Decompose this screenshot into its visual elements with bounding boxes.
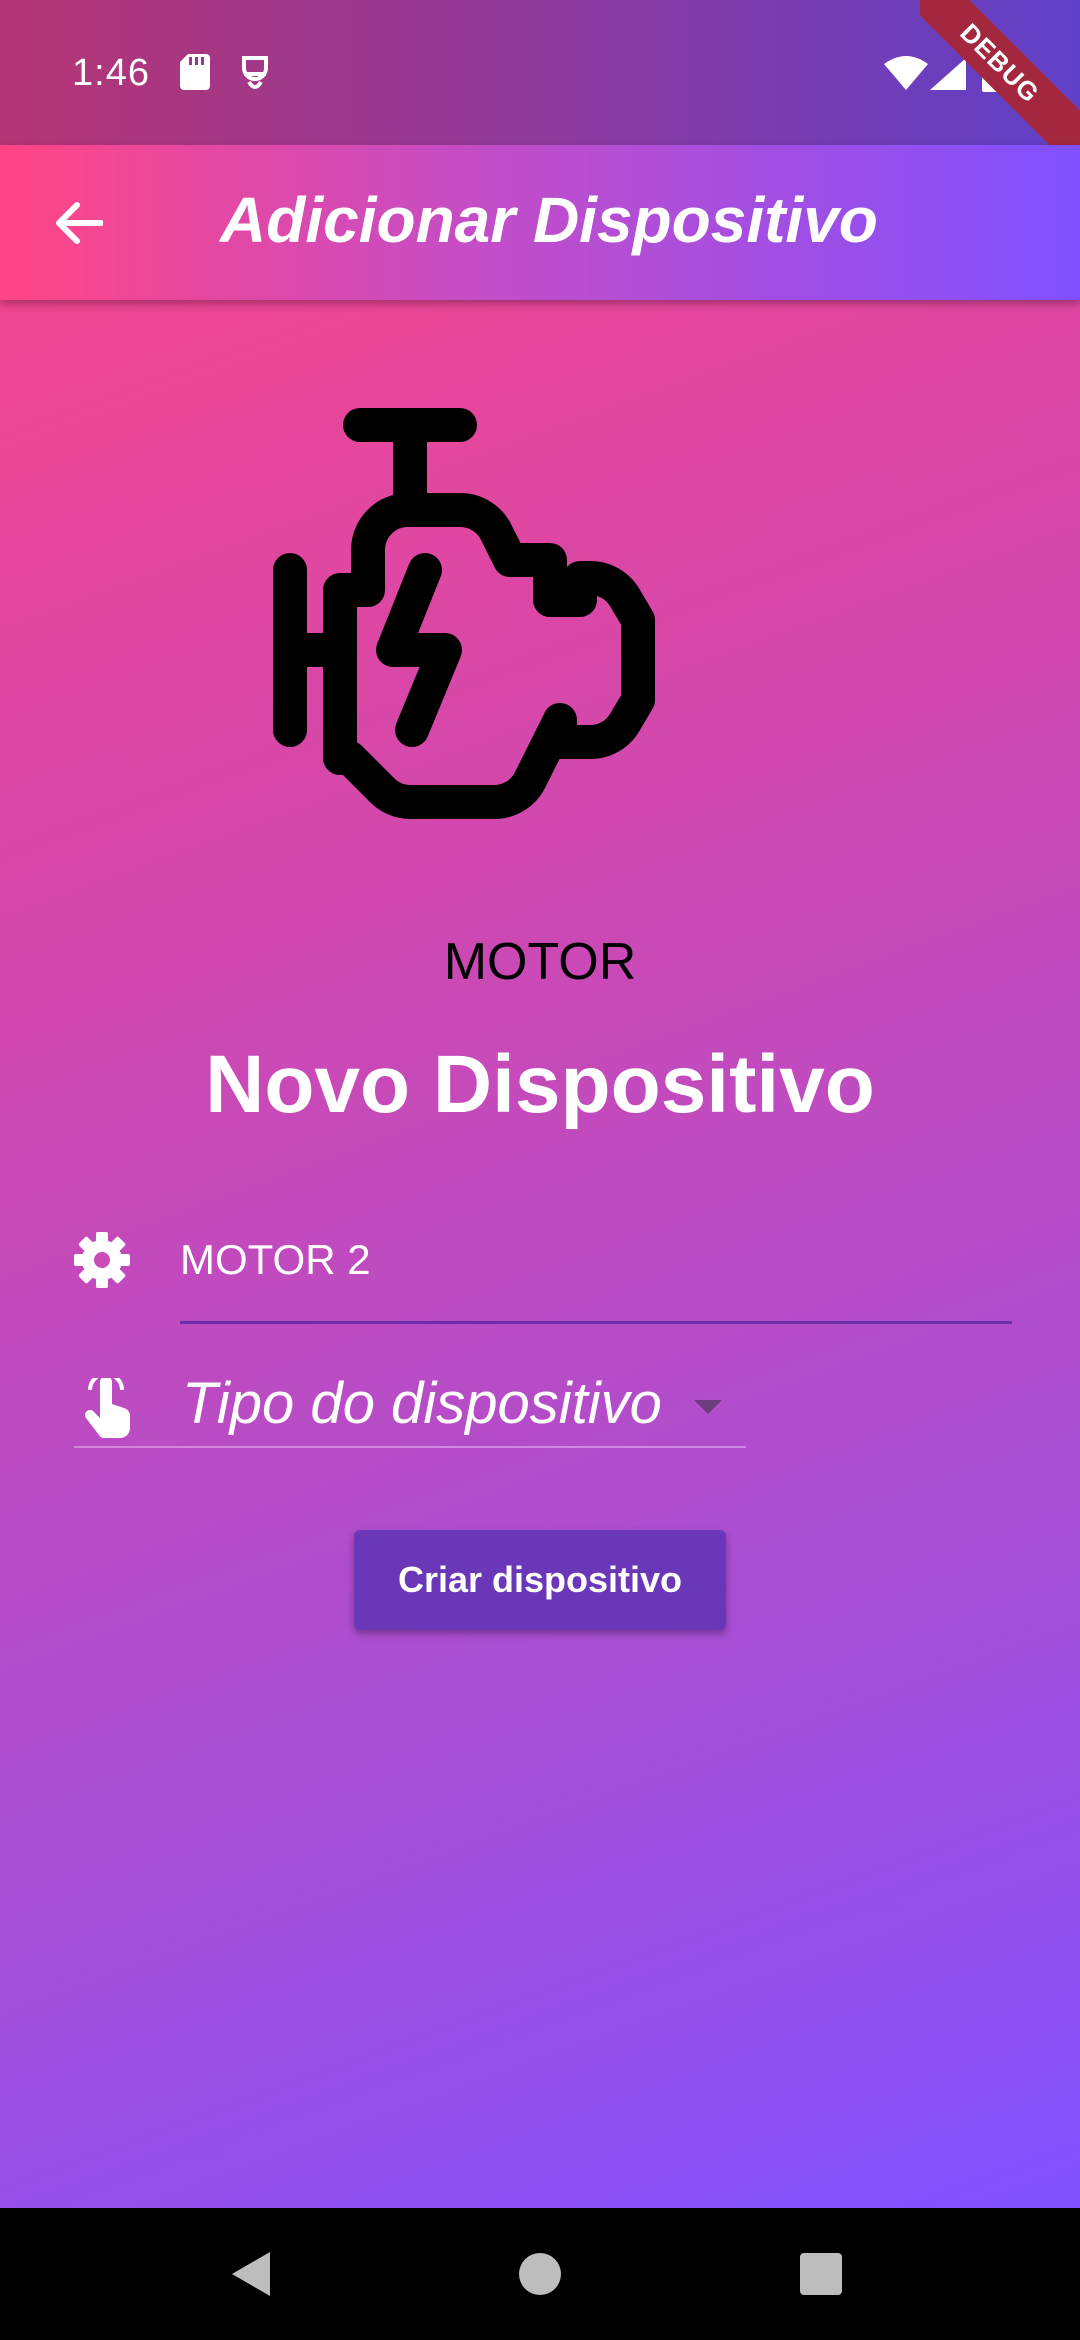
back-button[interactable]: [40, 185, 116, 261]
gear-icon: [74, 1232, 130, 1288]
app-bar: Adicionar Dispositivo: [0, 145, 1080, 300]
device-name-row: MOTOR 2: [72, 1222, 1012, 1332]
arrow-back-icon: [56, 202, 103, 244]
chevron-down-icon: [694, 1400, 722, 1414]
page-title: Adicionar Dispositivo: [220, 184, 878, 256]
create-device-button[interactable]: Criar dispositivo: [354, 1530, 726, 1630]
device-type-label: MOTOR: [443, 933, 637, 991]
status-time: 1:46: [72, 52, 150, 94]
status-bar: 1:46 DEBUG: [0, 0, 1080, 160]
app-notification-icon: [240, 54, 270, 97]
nav-recents-icon[interactable]: [800, 2253, 842, 2295]
engine-icon: [273, 408, 655, 819]
nav-home-icon[interactable]: [519, 2253, 561, 2295]
device-name-input[interactable]: MOTOR 2: [180, 1222, 1012, 1324]
device-type-dropdown[interactable]: Tipo do dispositivo: [74, 1370, 746, 1448]
section-heading: Novo Dispositivo: [205, 1039, 875, 1130]
debug-banner: DEBUG: [920, 0, 1080, 160]
touch-icon: [85, 1378, 131, 1438]
navigation-bar: [0, 2208, 1080, 2340]
nav-back-icon[interactable]: [232, 2252, 270, 2296]
sd-card-icon: [180, 54, 210, 95]
debug-label: DEBUG: [920, 0, 1080, 160]
device-type-placeholder: Tipo do dispositivo: [182, 1371, 662, 1436]
